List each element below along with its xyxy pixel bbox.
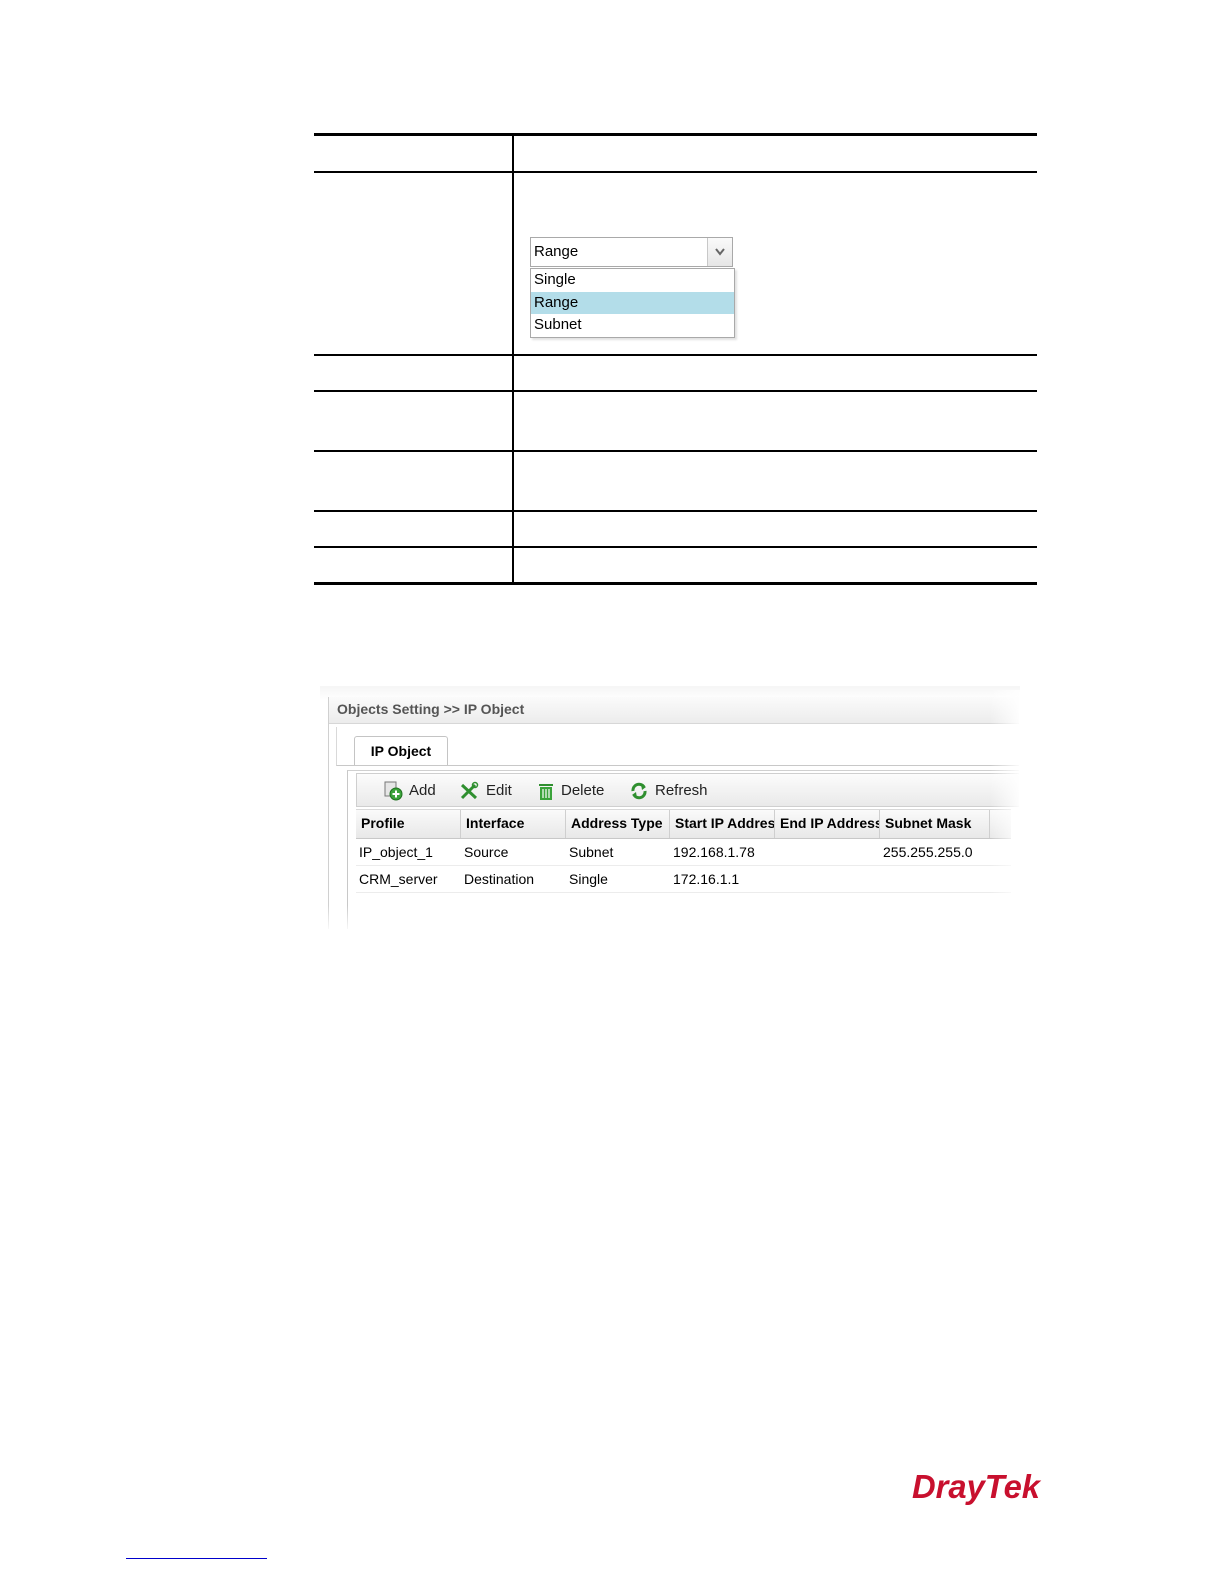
table-cell <box>314 391 514 452</box>
cell-interface: Destination <box>464 871 535 887</box>
table-row[interactable]: IP_object_1 Source Subnet 192.168.1.78 2… <box>356 839 1011 866</box>
column-header-end-ip[interactable]: End IP Address <box>775 810 880 838</box>
cell-start-ip: 192.168.1.78 <box>673 844 755 860</box>
table-cell <box>314 133 514 173</box>
select-value: Range <box>534 243 579 260</box>
cell-profile: IP_object_1 <box>359 844 433 860</box>
dropdown-list: Single Range Subnet <box>530 268 735 338</box>
table-cell <box>314 172 514 356</box>
address-type-select[interactable]: Range <box>530 237 733 267</box>
cell-profile: CRM_server <box>359 871 438 887</box>
table-cell <box>513 355 1037 392</box>
footer-link-underline <box>126 1558 267 1559</box>
cell-interface: Source <box>464 844 509 860</box>
column-header-start-ip[interactable]: Start IP Address <box>670 810 775 838</box>
column-header-address-type[interactable]: Address Type <box>566 810 670 838</box>
table-cell: Range Single Range Subnet <box>513 172 1037 356</box>
edit-button[interactable]: Edit <box>459 781 519 801</box>
table-row[interactable]: CRM_server Destination Single 172.16.1.1 <box>356 866 1011 893</box>
trash-icon <box>539 784 553 800</box>
refresh-icon <box>631 782 647 800</box>
tab-ip-object[interactable]: IP Object <box>354 736 448 765</box>
cell-start-ip: 172.16.1.1 <box>673 871 740 887</box>
table-cell <box>513 511 1037 548</box>
refresh-button[interactable]: Refresh <box>629 781 715 801</box>
cell-address-type: Single <box>569 871 608 887</box>
table-cell <box>314 355 514 392</box>
add-label: Add <box>409 782 436 799</box>
panel-fade <box>990 690 1022 930</box>
table-row <box>314 451 1037 512</box>
draytek-logo: DrayTek <box>912 1468 1042 1505</box>
refresh-label: Refresh <box>655 782 708 799</box>
dropdown-button[interactable] <box>707 238 732 266</box>
table-cell <box>314 451 514 512</box>
ip-object-grid: Profile Interface Address Type Start IP … <box>356 809 1011 893</box>
edit-icon <box>460 781 479 800</box>
table-header-row <box>314 133 1037 173</box>
cell-subnet-mask <box>880 866 990 892</box>
delete-label: Delete <box>561 782 605 799</box>
table-row <box>314 547 1037 585</box>
dropdown-option-single[interactable]: Single <box>531 269 734 292</box>
table-cell <box>513 391 1037 452</box>
column-header-interface[interactable]: Interface <box>461 810 566 838</box>
table-cell <box>513 133 1037 173</box>
chevron-down-icon <box>715 248 725 256</box>
toolbar: Add Edit Delete Refresh <box>356 773 1019 807</box>
table-row: Range Single Range Subnet <box>314 172 1037 356</box>
dropdown-option-subnet[interactable]: Subnet <box>531 314 734 337</box>
cell-end-ip <box>775 866 880 892</box>
column-header-profile[interactable]: Profile <box>356 810 461 838</box>
table-cell <box>314 547 514 585</box>
ip-object-panel: Objects Setting >> IP Object IP Object A… <box>328 697 1019 929</box>
panel-fade <box>320 905 1020 933</box>
table-row <box>314 511 1037 548</box>
delete-button[interactable]: Delete <box>536 781 612 801</box>
table-row <box>314 355 1037 392</box>
edit-label: Edit <box>486 782 512 799</box>
add-button[interactable]: Add <box>383 781 443 801</box>
table-cell <box>513 547 1037 585</box>
tab-bar: IP Object <box>336 727 1019 766</box>
address-type-example: Range Single Range Subnet <box>514 173 1037 354</box>
cell-end-ip <box>775 839 880 865</box>
table-cell <box>314 511 514 548</box>
page-header: Objects Setting >> IP Object <box>329 697 1019 724</box>
breadcrumb: Objects Setting >> IP Object <box>337 701 525 717</box>
cell-subnet-mask: 255.255.255.0 <box>883 844 973 860</box>
table-row <box>314 391 1037 452</box>
add-icon <box>384 781 403 801</box>
table-cell <box>513 451 1037 512</box>
cell-address-type: Subnet <box>569 844 614 860</box>
dropdown-option-range[interactable]: Range <box>531 291 734 314</box>
grid-header: Profile Interface Address Type Start IP … <box>356 809 1011 839</box>
description-table: Range Single Range Subnet <box>314 133 1037 585</box>
column-header-subnet-mask[interactable]: Subnet Mask <box>880 810 990 838</box>
logo-text: DrayTek <box>912 1468 1042 1505</box>
